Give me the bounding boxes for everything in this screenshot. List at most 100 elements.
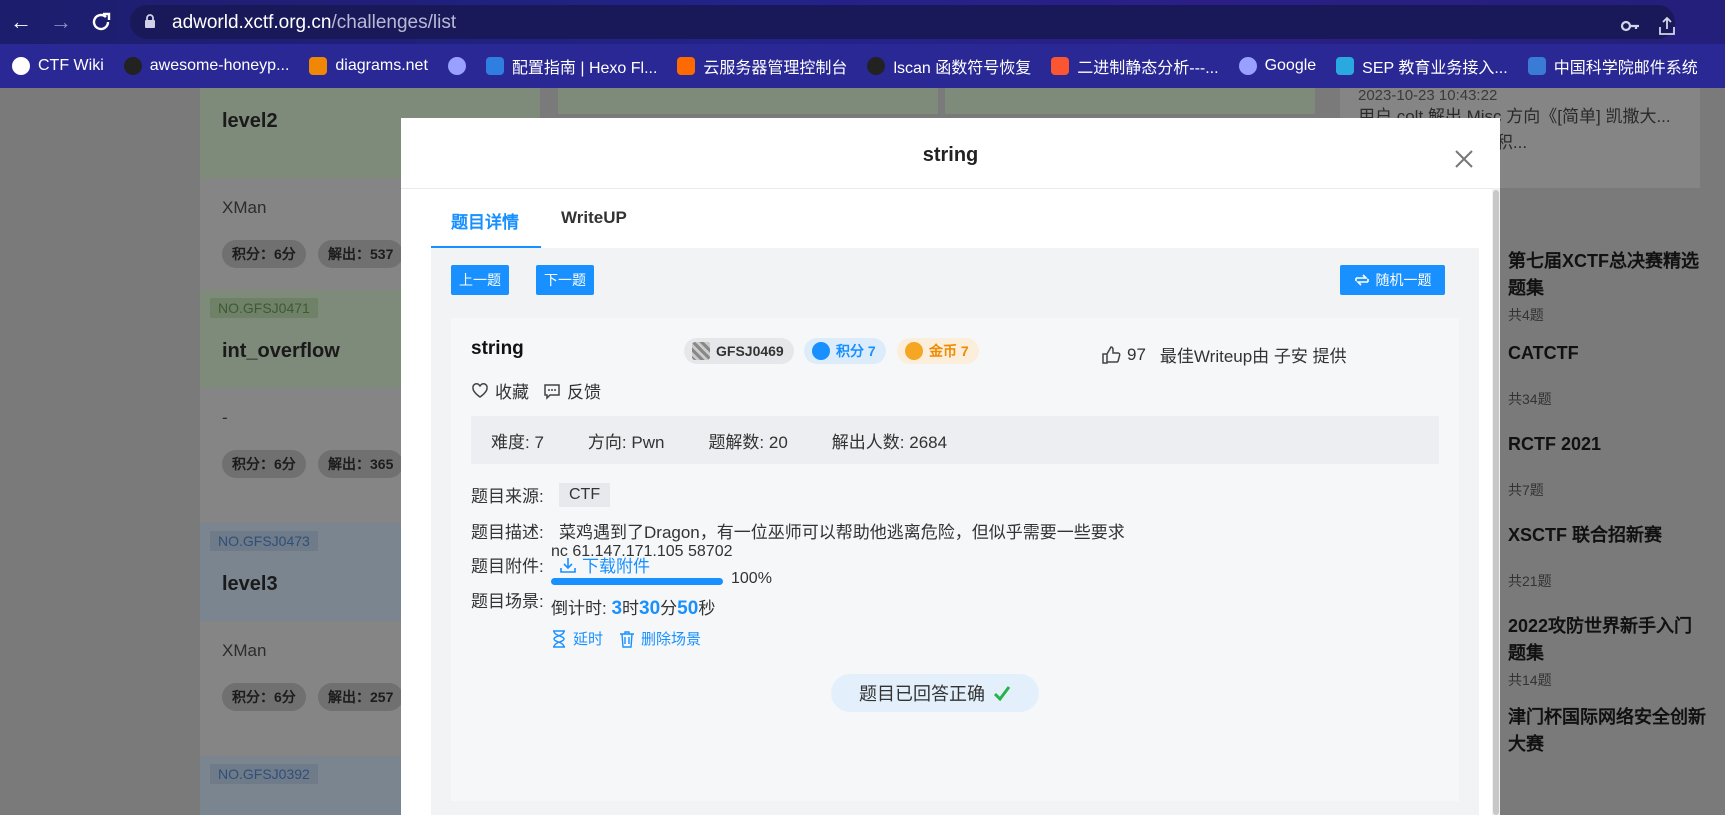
collection-title: 津门杯国际网络安全创新大赛: [1508, 707, 1706, 754]
solved-status: 题目已回答正确: [831, 674, 1039, 712]
feedback-button[interactable]: 反馈: [543, 378, 601, 403]
scene-progress-bar: [551, 578, 723, 585]
collection-title: CATCTF: [1508, 343, 1579, 363]
star-icon: [812, 342, 830, 360]
bookmark-label: Google: [1264, 57, 1317, 74]
solved-text: 题目已回答正确: [859, 684, 985, 704]
thumbs-up-icon[interactable]: [1101, 345, 1121, 365]
points-text: 积分 7: [836, 343, 876, 359]
url-bar[interactable]: adworld.xctf.org.cn/challenges/list: [130, 5, 1675, 39]
countdown-hours: 3: [611, 598, 623, 619]
collection-count: 共14题: [1508, 672, 1552, 688]
likes-count: 97: [1127, 344, 1146, 364]
scene-progress-text: 100%: [731, 570, 772, 587]
coins-badge: 金币 7: [897, 338, 979, 364]
countdown-minutes-unit: 分: [660, 599, 678, 618]
likes-area: 97 最佳Writeup由 子安 提供: [1101, 342, 1347, 367]
heart-icon: [472, 382, 488, 398]
solves-pill: 解出：537: [318, 240, 404, 268]
id-badge: GFSJ0469: [684, 338, 794, 364]
bookmark-item[interactable]: awesome-honeyp...: [123, 57, 290, 75]
writeup-count: 题解数: 20: [708, 432, 788, 452]
modal-scrollbar-thumb[interactable]: [1493, 190, 1499, 815]
bookmark-item[interactable]: diagrams.net: [309, 57, 428, 75]
challenge-card-author: -: [222, 408, 228, 427]
bookmark-item[interactable]: CTF Wiki: [12, 57, 104, 75]
description-text: 菜鸡遇到了Dragon，有一位巫师可以帮助他逃离危险，但似乎需要一些要求: [559, 523, 1125, 542]
points-badge: 积分 7: [804, 338, 886, 364]
forward-arrow-icon[interactable]: →: [48, 9, 74, 35]
source-label: 题目来源:: [471, 487, 544, 506]
solver-count: 解出人数: 2684: [831, 432, 948, 452]
bookmark-item[interactable]: 二进制静态分析---...: [1051, 54, 1219, 78]
collection-item[interactable]: 津门杯国际网络安全创新大赛: [1508, 704, 1708, 758]
back-arrow-icon[interactable]: ←: [8, 9, 34, 35]
feedback-icon: [544, 383, 560, 400]
key-icon[interactable]: [1620, 16, 1640, 42]
bookmark-item[interactable]: SEP 教育业务接入...: [1336, 54, 1508, 78]
news-time: 2023-10-23 10:43:22: [1358, 88, 1498, 104]
solves-pill: 解出：365: [318, 450, 404, 478]
random-button-label: 随机一题: [1375, 272, 1432, 288]
bookmark-item[interactable]: Google: [1238, 57, 1317, 75]
countdown-minutes: 30: [639, 598, 661, 619]
bookmark-label: 配置指南 | Hexo Fl...: [511, 60, 658, 77]
favorite-button[interactable]: 收藏: [471, 378, 529, 403]
random-button[interactable]: 随机一题: [1340, 265, 1445, 295]
collection-title: RCTF 2021: [1508, 434, 1602, 454]
bookmark-label: awesome-honeyp...: [149, 57, 290, 74]
lock-icon: [145, 14, 155, 28]
collection-title: XSCTF 联合招新赛: [1508, 525, 1663, 545]
favorite-label: 收藏: [495, 383, 529, 402]
challenge-info: string GFSJ0469 积分 7 金币 7 97 最佳Writeup由 …: [451, 318, 1459, 801]
collection-item[interactable]: XSCTF 联合招新赛 共21题: [1508, 522, 1708, 591]
collection-item[interactable]: RCTF 2021 共7题: [1508, 431, 1708, 500]
checkmark-icon: [993, 686, 1011, 702]
bookmark-item[interactable]: 中国科学院邮件系统: [1527, 54, 1698, 78]
delay-button[interactable]: 延时: [551, 628, 603, 649]
bookmark-label: CTF Wiki: [38, 57, 104, 74]
prev-button[interactable]: 上一题: [451, 265, 509, 295]
collection-item[interactable]: 2022攻防世界新手入门题集 共14题: [1508, 613, 1708, 690]
collection-item[interactable]: CATCTF 共34题: [1508, 340, 1708, 409]
description-label: 题目描述:: [471, 523, 544, 542]
collection-count: 共7题: [1508, 482, 1544, 498]
challenge-card-tag: NO.GFSJ0471: [210, 298, 318, 318]
bookmark-item[interactable]: 配置指南 | Hexo Fl...: [485, 54, 658, 78]
share-icon[interactable]: [1657, 16, 1677, 42]
next-button[interactable]: 下一题: [536, 265, 594, 295]
bookmark-label: 二进制静态分析---...: [1077, 60, 1219, 77]
csdn-icon: [1051, 57, 1070, 75]
bookmark-item[interactable]: [447, 57, 466, 75]
mail-icon: [1527, 57, 1546, 75]
bookmark-label: 中国科学院邮件系统: [1553, 60, 1698, 77]
sep-icon: [1336, 57, 1355, 75]
scene-address[interactable]: nc 61.147.171.105 58702: [551, 543, 733, 561]
tab-writeup[interactable]: WriteUP: [561, 208, 627, 228]
background-card-header: [945, 88, 1315, 114]
countdown-label: 倒计时:: [551, 599, 612, 618]
collection-item[interactable]: 第七届XCTF总决赛精选题集 共4题: [1508, 248, 1708, 325]
github-icon: [867, 57, 886, 75]
challenge-card-name: level3: [222, 573, 278, 595]
reload-icon[interactable]: [88, 9, 114, 35]
delete-scene-label: 删除场景: [641, 631, 702, 648]
avatar-icon: [692, 342, 710, 360]
challenge-card-tag: NO.GFSJ0473: [210, 531, 318, 551]
source-row: 题目来源: CTF: [471, 482, 611, 507]
countdown-seconds: 50: [677, 598, 699, 619]
tab-detail[interactable]: 题目详情: [451, 208, 519, 233]
close-icon[interactable]: [1451, 146, 1477, 172]
challenge-id: GFSJ0469: [716, 343, 784, 359]
globe-icon: [447, 57, 466, 75]
feedback-label: 反馈: [567, 383, 601, 402]
coins-text: 金币 7: [929, 343, 969, 359]
challenge-card-name: int_overflow: [222, 340, 340, 362]
bookmark-item[interactable]: 云服务器管理控制台: [677, 54, 847, 78]
delete-scene-button[interactable]: 删除场景: [619, 628, 701, 649]
challenge-modal: string 题目详情 WriteUP 上一题 下一题 随机一题 string …: [401, 118, 1500, 815]
bookmark-item[interactable]: lscan 函数符号恢复: [867, 54, 1031, 78]
challenge-card-tag: NO.GFSJ0392: [210, 764, 318, 784]
trash-icon: [620, 630, 634, 648]
ctfwiki-icon: [12, 57, 30, 75]
